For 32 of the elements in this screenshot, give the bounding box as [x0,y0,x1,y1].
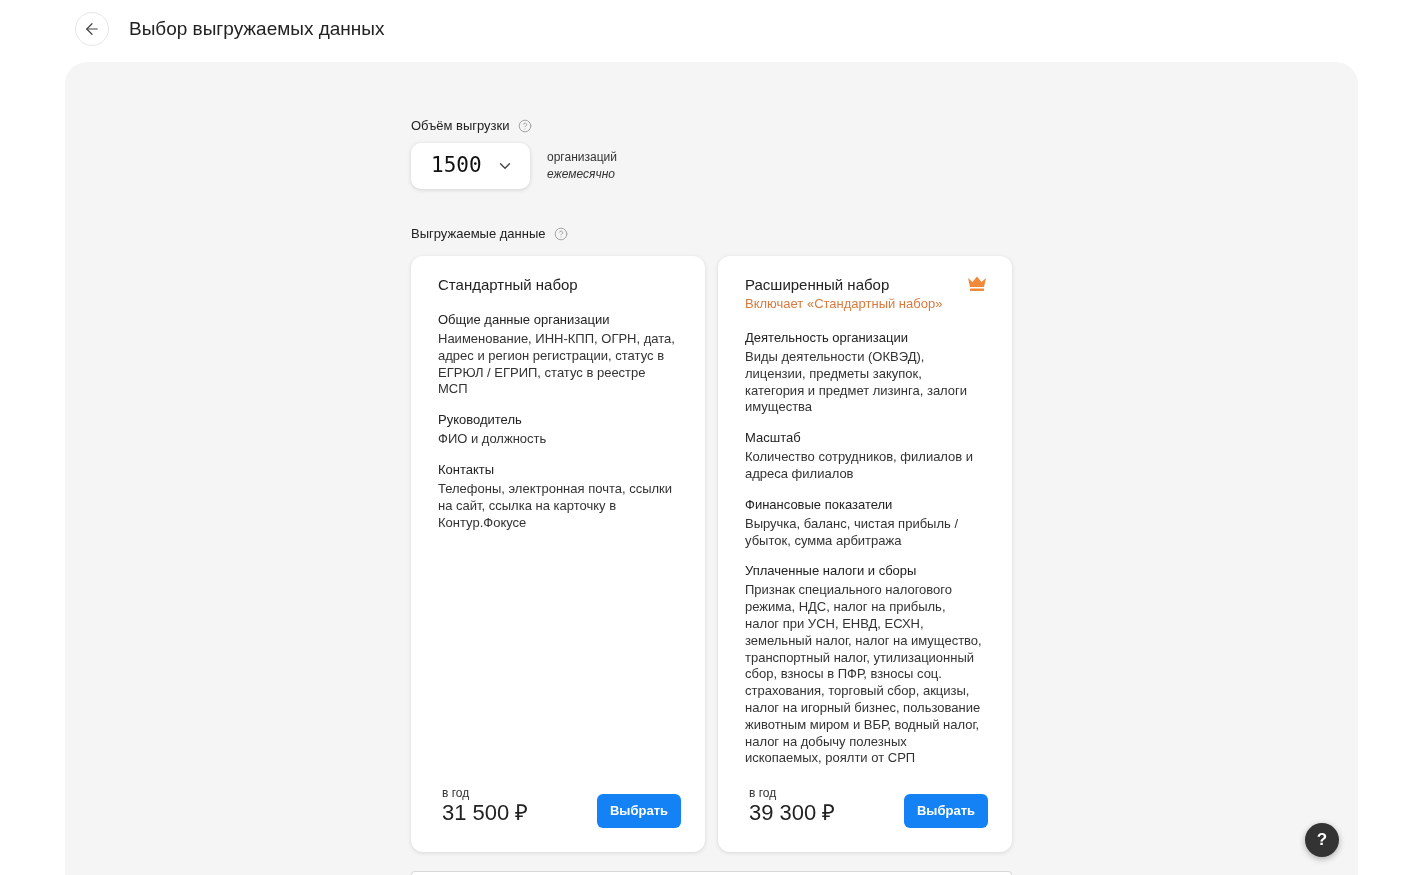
page-title: Выбор выгружаемых данных [129,16,385,41]
section-description: Выручка, баланс, чистая прибыль / убыток, сумма арбитража [745,515,960,550]
section-description: Наименование, ИНН-КПП, ОГРН, дата, адрес и регион регистрации, статус в ЕГРЮЛ / ЕГРИП, статус в реестре МСП [438,331,676,399]
period-label: ежемесячно [547,166,616,183]
select-button[interactable]: Выбрать [596,794,681,828]
plan-subtitle: Включает «Стандартный набор» [745,295,943,313]
section-heading: Уплаченные налоги и сборы [745,562,918,580]
volume-dropdown[interactable]: 1500 [411,143,530,189]
section-description: Телефоны, электронная почта, ссылки на сайт, ссылка на карточку в Контур.Фокусе [438,481,674,532]
section-label: Выгружаемые данные [411,225,546,242]
section-heading: Деятельность организации [745,329,910,346]
plan-title: Расширенный набор [745,275,891,295]
price-period: в год [442,786,471,800]
unit-label: организаций [547,149,617,166]
section-heading: Контакты [438,461,496,478]
price: 31 500 ₽ [442,800,529,826]
price: 39 300 ₽ [749,800,836,826]
section-heading: Масштаб [745,429,802,447]
field-label: Объём выгрузки [411,117,510,134]
plan-title: Стандартный набор [438,275,578,295]
help-icon[interactable] [517,118,532,133]
section-description: Виды деятельности (ОКВЭД), лицензии, предметы закупок, категория и предмет лизинга, залоги имущества [745,349,969,417]
back-button[interactable] [75,12,109,46]
section-description: Количество сотрудников, филиалов и адреса филиалов [745,449,975,483]
section-heading: Финансовые показатели [745,495,894,513]
price-period: в год [749,786,778,800]
section-description: Признак специального налогового режима, НДС, налог на прибыль, налог при УСН, ЕНВД, ЕСХН, земельный налог, налог на имущество, транспортный налог, утилизационный сбор, взносы в ПФР, взносы соц. страхования, торговый сбор, акцизы, налог на игорный бизнес, пользование животным миром и ВБР, водный налог, налог на добычу полезных ископаемых, роялти от СРП [745,582,983,768]
section-heading: Общие данные организации [438,311,611,328]
section-description: ФИО и должность [438,431,548,448]
help-icon[interactable] [553,226,568,241]
section-heading: Руководитель [438,411,523,429]
select-button[interactable]: Выбрать [903,794,988,828]
